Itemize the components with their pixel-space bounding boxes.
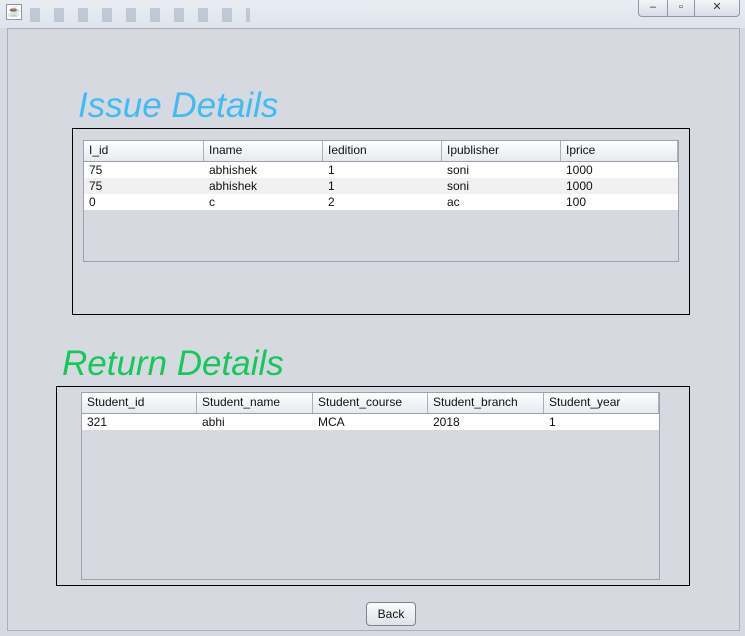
column-header-student-id[interactable]: Student_id	[82, 393, 197, 413]
table-cell: 100	[566, 195, 587, 209]
table-cell: 1	[549, 415, 556, 429]
table-cell: abhishek	[209, 179, 258, 193]
column-header-iname[interactable]: Iname	[204, 141, 323, 161]
column-header-ipublisher[interactable]: Ipublisher	[442, 141, 561, 161]
table-cell: 75	[89, 163, 103, 177]
column-header-student-course[interactable]: Student_course	[313, 393, 428, 413]
return-table-header: Student_id Student_name Student_course S…	[82, 393, 659, 414]
return-details-heading: Return Details	[62, 344, 284, 383]
issue-details-heading: Issue Details	[78, 86, 279, 125]
table-row[interactable]: 75 abhishek 1 soni 1000	[84, 178, 678, 194]
column-header-iprice[interactable]: Iprice	[561, 141, 678, 161]
column-header-student-name[interactable]: Student_name	[197, 393, 313, 413]
return-table[interactable]: Student_id Student_name Student_course S…	[81, 392, 660, 580]
back-button[interactable]: Back	[366, 602, 416, 626]
table-cell: 1000	[566, 179, 593, 193]
window-titlebar: ☕ – ▫ ✕	[0, 0, 745, 28]
close-button[interactable]: ✕	[694, 0, 740, 17]
java-cup-icon[interactable]: ☕	[6, 4, 22, 20]
table-row[interactable]: 75 abhishek 1 soni 1000	[84, 162, 678, 178]
column-header-iedition[interactable]: Iedition	[323, 141, 442, 161]
column-header-student-branch[interactable]: Student_branch	[428, 393, 544, 413]
table-cell: 2018	[433, 415, 460, 429]
table-cell: 75	[89, 179, 103, 193]
column-header-i-id[interactable]: I_id	[84, 141, 204, 161]
table-cell: abhi	[202, 415, 225, 429]
issue-table[interactable]: I_id Iname Iedition Ipublisher Iprice 75…	[83, 140, 679, 262]
table-cell: soni	[447, 163, 470, 177]
maximize-button[interactable]: ▫	[667, 0, 695, 17]
table-row[interactable]: 321 abhi MCA 2018 1	[82, 414, 659, 430]
column-header-student-year[interactable]: Student_year	[544, 393, 659, 413]
table-cell: abhishek	[209, 163, 258, 177]
table-cell: c	[209, 195, 215, 209]
table-cell: ac	[447, 195, 460, 209]
table-cell: 0	[89, 195, 96, 209]
table-cell: 2	[328, 195, 335, 209]
table-cell: 1	[328, 179, 335, 193]
table-row[interactable]: 0 c 2 ac 100	[84, 194, 678, 210]
table-cell: soni	[447, 179, 470, 193]
table-cell: 321	[87, 415, 108, 429]
background-toolbar-ghost	[30, 8, 250, 22]
table-cell: MCA	[318, 415, 345, 429]
issue-table-header: I_id Iname Iedition Ipublisher Iprice	[84, 141, 678, 162]
table-cell: 1000	[566, 163, 593, 177]
table-cell: 1	[328, 163, 335, 177]
minimize-button[interactable]: –	[638, 0, 668, 17]
